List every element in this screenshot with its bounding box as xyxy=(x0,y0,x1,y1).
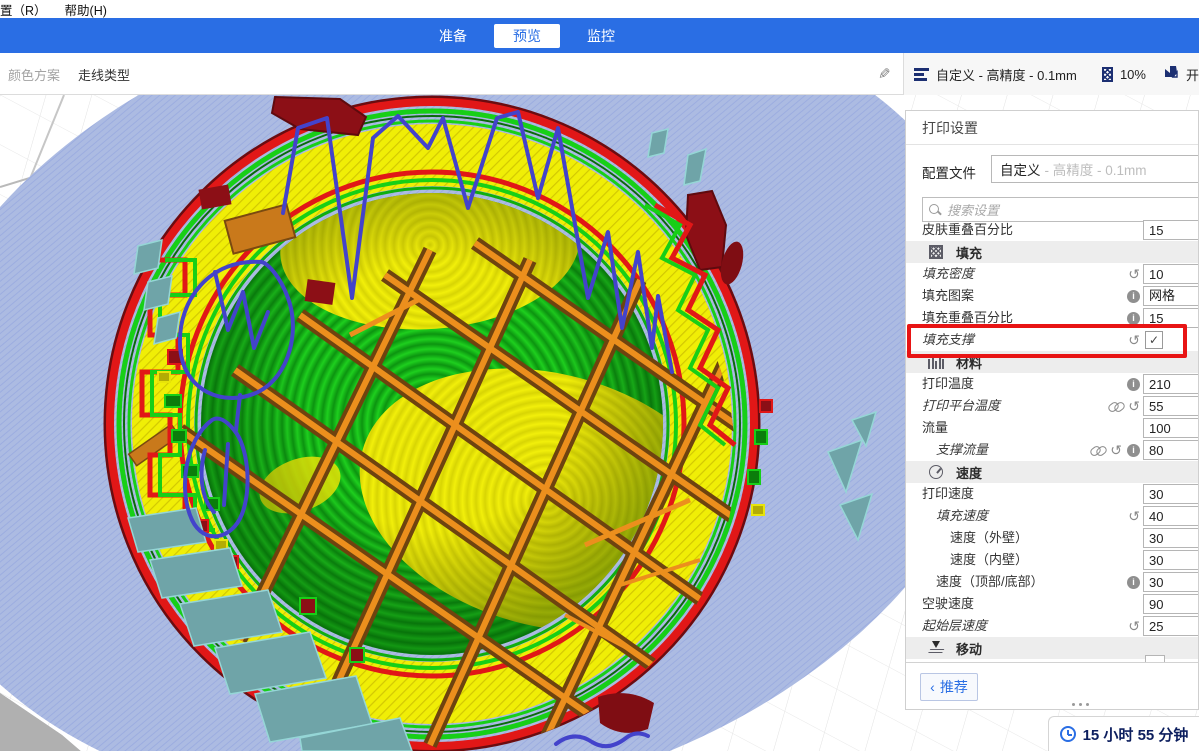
setting-input[interactable] xyxy=(1143,550,1199,570)
search-placeholder: 搜索设置 xyxy=(947,200,999,219)
tab-monitor[interactable]: 监控 xyxy=(568,24,634,48)
profile-summary: 自定义 - 高精度 - 0.1mm xyxy=(936,65,1077,84)
partial-checkbox xyxy=(1145,655,1165,662)
profile-dropdown[interactable]: 自定义 - 高精度 - 0.1mm xyxy=(991,155,1199,183)
info-icon[interactable]: i xyxy=(1127,378,1140,391)
infill-section-icon xyxy=(929,245,943,259)
setting-row-infill-speed: 填充速度 ↺ xyxy=(906,505,1199,527)
section-speed[interactable]: 速度 xyxy=(906,461,1199,483)
setting-row-travel-speed: 空驶速度 xyxy=(906,593,1199,615)
tab-preview[interactable]: 预览 xyxy=(494,24,560,48)
reset-icon[interactable]: ↺ xyxy=(1128,619,1140,633)
reset-icon[interactable]: ↺ xyxy=(1110,443,1122,457)
link-icon[interactable] xyxy=(1090,446,1105,455)
profile-label: 配置文件 xyxy=(922,162,976,182)
setting-row-support-flow: 支撑流量 ↺i xyxy=(906,439,1199,461)
drag-handle-dots[interactable] xyxy=(1072,703,1089,706)
infill-percent-value: 10% xyxy=(1120,67,1146,82)
preview-toolbar: 颜色方案 走线类型 ✎ 自定义 - 高精度 - 0.1mm 10% 开 xyxy=(0,53,1199,95)
print-time-card: 15 小时 55 分钟 xyxy=(1048,716,1199,751)
settings-list: 皮肤重叠百分比 填充 填充密度 ↺ 填充图案 i 网格 填充重叠百分比 i xyxy=(906,219,1199,659)
setting-input[interactable] xyxy=(1143,594,1199,614)
setting-input[interactable] xyxy=(1143,506,1199,526)
support-state-icon xyxy=(1163,64,1179,84)
reset-icon[interactable]: ↺ xyxy=(1128,509,1140,523)
link-icon[interactable] xyxy=(1108,402,1123,411)
menu-settings[interactable]: 置（R） xyxy=(0,0,49,19)
infill-percent-icon xyxy=(1102,67,1113,82)
section-material[interactable]: 材料 xyxy=(906,351,1199,373)
info-icon[interactable]: i xyxy=(1127,576,1140,589)
reset-icon[interactable]: ↺ xyxy=(1128,399,1140,413)
setting-row-print-speed: 打印速度 xyxy=(906,483,1199,505)
info-icon[interactable]: i xyxy=(1127,312,1140,325)
cura-window: 置（R） 帮助(H) 准备 预览 监控 颜色方案 走线类型 ✎ 自定义 - 高精… xyxy=(0,0,1199,751)
setting-input[interactable] xyxy=(1143,484,1199,504)
chevron-left-icon: ‹ xyxy=(930,679,935,695)
panel-title: 打印设置 xyxy=(906,111,1198,145)
color-scheme-label: 颜色方案 xyxy=(8,65,60,84)
setting-input[interactable] xyxy=(1143,572,1199,592)
setting-input[interactable] xyxy=(1143,440,1199,460)
print-summary-bar[interactable]: 自定义 - 高精度 - 0.1mm 10% 开 xyxy=(903,53,1199,95)
reset-icon[interactable]: ↺ xyxy=(1128,333,1140,347)
setting-row-topbottom-speed: 速度（顶部/底部） i xyxy=(906,571,1199,593)
support-state-value: 开 xyxy=(1186,65,1199,84)
speed-section-icon xyxy=(929,465,943,479)
setting-input[interactable] xyxy=(1143,528,1199,548)
setting-input[interactable] xyxy=(1143,418,1199,438)
setting-select[interactable]: 网格 xyxy=(1143,286,1199,306)
edit-pencil-icon[interactable]: ✎ xyxy=(878,53,891,95)
print-settings-panel: 打印设置 配置文件 自定义 - 高精度 - 0.1mm 搜索设置 皮肤重叠百分比… xyxy=(905,110,1199,710)
setting-input[interactable] xyxy=(1143,308,1199,328)
setting-row-infill-density: 填充密度 ↺ xyxy=(906,263,1199,285)
setting-row-inner-wall-speed: 速度（内壁） xyxy=(906,549,1199,571)
setting-input[interactable] xyxy=(1143,264,1199,284)
infill-support-checkbox[interactable]: ✓ xyxy=(1145,331,1163,349)
setting-input[interactable] xyxy=(1143,616,1199,636)
menu-bar: 置（R） 帮助(H) xyxy=(0,0,1199,18)
info-icon[interactable]: i xyxy=(1127,290,1140,303)
material-section-icon xyxy=(928,355,944,369)
setting-row-initial-layer-speed: 起始层速度 ↺ xyxy=(906,615,1199,637)
setting-row-infill-pattern: 填充图案 i 网格 xyxy=(906,285,1199,307)
setting-input[interactable] xyxy=(1143,220,1199,240)
stage-tabs: 准备 预览 监控 xyxy=(420,18,634,53)
recommended-mode-button[interactable]: ‹ 推荐 xyxy=(920,673,978,701)
setting-row-print-temp: 打印温度 i xyxy=(906,373,1199,395)
travel-section-icon xyxy=(929,641,943,655)
tab-prepare[interactable]: 准备 xyxy=(420,24,486,48)
setting-row-flow: 流量 xyxy=(906,417,1199,439)
setting-row-infill-support: 填充支撑 ↺ ✓ xyxy=(906,329,1199,351)
setting-row-skin-overlap: 皮肤重叠百分比 xyxy=(906,219,1199,241)
setting-row-infill-overlap: 填充重叠百分比 i xyxy=(906,307,1199,329)
setting-input[interactable] xyxy=(1143,374,1199,394)
profile-layers-icon xyxy=(914,68,929,81)
setting-row-outer-wall-speed: 速度（外壁） xyxy=(906,527,1199,549)
reset-icon[interactable]: ↺ xyxy=(1128,267,1140,281)
panel-divider xyxy=(906,662,1199,663)
print-time-estimate: 15 小时 55 分钟 xyxy=(1083,724,1189,745)
setting-row-bed-temp: 打印平台温度 ↺ xyxy=(906,395,1199,417)
search-icon xyxy=(929,204,941,216)
stage-bar: 准备 预览 监控 xyxy=(0,18,1199,53)
color-scheme-select[interactable]: 走线类型 xyxy=(78,65,130,84)
section-infill[interactable]: 填充 xyxy=(906,241,1199,263)
info-icon[interactable]: i xyxy=(1127,444,1140,457)
setting-input[interactable] xyxy=(1143,396,1199,416)
clock-icon xyxy=(1060,726,1076,742)
menu-help[interactable]: 帮助(H) xyxy=(63,0,109,19)
